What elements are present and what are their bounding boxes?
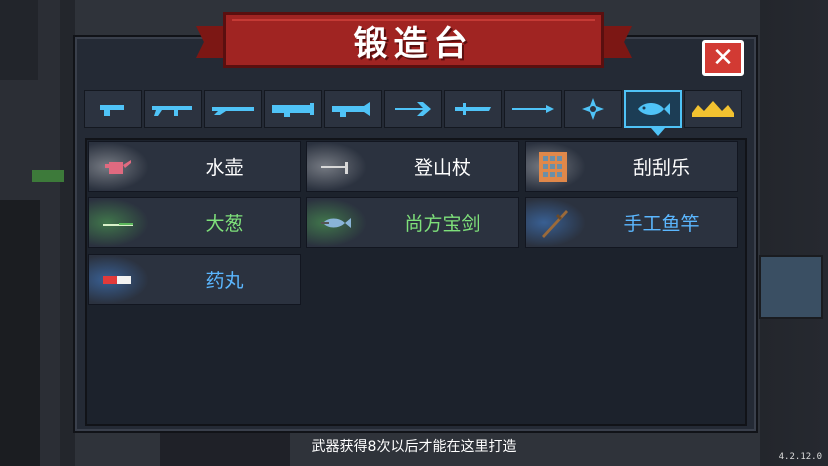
launcher-icon xyxy=(272,103,314,117)
pill-icon xyxy=(103,276,131,284)
tab-crown[interactable] xyxy=(684,90,742,128)
rifle-icon xyxy=(152,106,192,116)
shotgun-icon xyxy=(212,107,254,115)
bow-icon xyxy=(395,102,431,116)
item-label: 药丸 xyxy=(205,270,244,292)
item-fish-sword[interactable]: 尚方宝剑 xyxy=(306,197,519,248)
item-label: 尚方宝剑 xyxy=(404,213,481,235)
spear-icon xyxy=(512,105,554,113)
item-label: 大葱 xyxy=(205,213,244,235)
item-label: 水壶 xyxy=(205,157,244,179)
sword-icon xyxy=(455,103,491,115)
tab-sword[interactable] xyxy=(444,90,502,128)
tab-pistol[interactable] xyxy=(84,90,142,128)
pistol-icon xyxy=(100,105,124,116)
version-label: 4.2.12.0 xyxy=(778,452,822,462)
watering-can-icon xyxy=(105,160,131,174)
tab-fish[interactable] xyxy=(624,90,682,128)
item-fishing-rod[interactable]: 手工鱼竿 xyxy=(525,197,738,248)
background-green-sign xyxy=(32,170,64,182)
item-label: 登山杖 xyxy=(413,157,471,179)
item-hiking-pole[interactable]: 登山杖 xyxy=(306,141,519,192)
item-scratch-card[interactable]: 刮刮乐 xyxy=(525,141,738,192)
item-scallion[interactable]: 大葱 xyxy=(88,197,301,248)
tab-rifle[interactable] xyxy=(144,90,202,128)
active-tab-indicator xyxy=(651,128,665,136)
close-icon: ✕ xyxy=(712,43,734,73)
background-shelf xyxy=(0,200,40,466)
item-pill[interactable]: 药丸 xyxy=(88,254,301,305)
scratch-card-icon xyxy=(539,152,567,182)
close-button[interactable]: ✕ xyxy=(702,40,744,76)
background-wall xyxy=(0,0,38,80)
unlock-hint: 武器获得8次以后才能在这里打造 xyxy=(311,439,517,455)
fish-icon xyxy=(638,103,670,115)
weapon-category-tabs xyxy=(84,90,744,130)
item-label: 手工鱼竿 xyxy=(623,213,700,235)
panel-title: 锻造台 xyxy=(353,23,474,64)
tab-bow[interactable] xyxy=(384,90,442,128)
tab-spear[interactable] xyxy=(504,90,562,128)
tab-launcher[interactable] xyxy=(264,90,322,128)
fishing-rod-icon xyxy=(542,210,568,238)
tab-shuriken[interactable] xyxy=(564,90,622,128)
scallion-icon xyxy=(103,223,133,226)
item-watering-can[interactable]: 水壶 xyxy=(88,141,301,192)
tab-laser[interactable] xyxy=(324,90,382,128)
item-label: 刮刮乐 xyxy=(632,157,690,179)
background-monitor xyxy=(759,255,823,319)
hiking-pole-icon xyxy=(321,162,348,174)
tab-shotgun[interactable] xyxy=(204,90,262,128)
laser-gun-icon xyxy=(332,102,370,117)
crown-icon xyxy=(692,101,734,117)
shuriken-icon xyxy=(582,98,604,120)
fish-sword-icon xyxy=(321,218,351,228)
